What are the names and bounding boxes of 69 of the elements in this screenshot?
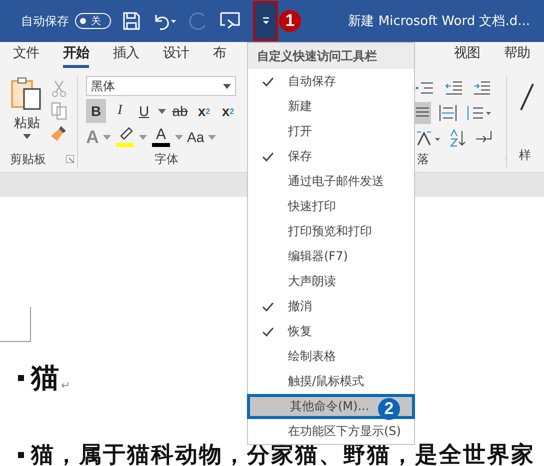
sort-icon[interactable] [449, 129, 467, 148]
group-label: 样 [519, 146, 531, 164]
copy-icon [50, 102, 68, 120]
page-corner-mark [0, 307, 31, 342]
brush-icon[interactable] [50, 124, 68, 142]
change-case-button[interactable]: Aa [187, 129, 204, 145]
menu-item[interactable]: 触摸/鼠标模式 [248, 369, 414, 394]
ribbon-tab[interactable]: 布 [213, 44, 226, 68]
group-label: 字体 [154, 150, 178, 168]
caret-icon [223, 84, 231, 88]
increase-indent-icon[interactable] [473, 80, 491, 96]
format-button[interactable]: I [110, 99, 130, 123]
bullet-icon [18, 375, 24, 381]
caret-icon[interactable] [158, 108, 166, 114]
distributed-icon[interactable] [439, 104, 457, 122]
caret-icon[interactable] [208, 134, 216, 140]
heading-text: 猫 [31, 360, 59, 396]
font-name-field[interactable]: 黑体 [86, 76, 236, 96]
multilevel-list-icon[interactable] [415, 80, 435, 96]
format-button[interactable]: ab [170, 99, 190, 123]
ribbon-tab[interactable]: 插入 [113, 44, 139, 68]
paste-button[interactable]: 粘贴 [10, 76, 44, 151]
styles-gallery-icon[interactable] [519, 82, 537, 112]
bullet-icon [18, 452, 24, 458]
justify-icon[interactable] [415, 102, 431, 124]
callout-badge: 1 [279, 10, 301, 32]
scissors-icon [50, 80, 68, 98]
highlight-button[interactable] [115, 127, 135, 147]
clipboard-icon [10, 76, 44, 112]
group-label: 剪贴板 [10, 150, 46, 168]
menu-item[interactable]: 编辑器(F7) [248, 244, 414, 269]
menu-item[interactable]: 在功能区下方显示(S) [248, 419, 414, 444]
ribbon-tab[interactable]: 设计 [163, 44, 189, 68]
format-button[interactable]: U [134, 99, 154, 123]
menu-item[interactable]: 通过电子邮件发送 [248, 169, 414, 194]
font-color-button[interactable]: A [151, 127, 171, 147]
window-title: 新建 Microsoft Word 文档.d... [348, 13, 530, 30]
menu-item[interactable]: 其他命令(M)... 2 [247, 394, 415, 419]
menu-item[interactable]: 恢复 [248, 319, 414, 344]
menu-item[interactable]: 撤消 [248, 294, 414, 319]
menu-item[interactable]: 自动保存 [248, 69, 414, 94]
caret-icon[interactable] [139, 134, 147, 140]
ribbon-tab[interactable]: 帮助 [504, 44, 530, 68]
format-button[interactable]: B [86, 99, 106, 123]
menu-item[interactable]: 绘制表格 [248, 344, 414, 369]
menu-item[interactable]: 保存 [248, 144, 414, 169]
group-label: 落 [417, 150, 429, 168]
caret-icon[interactable] [103, 134, 111, 140]
autosave-toggle[interactable]: 关 [75, 13, 111, 29]
decrease-indent-icon[interactable] [445, 80, 463, 96]
menu-item[interactable]: 打开 [248, 119, 414, 144]
save-icon[interactable] [121, 11, 141, 31]
menu-item[interactable]: 打印预览和打印 [248, 219, 414, 244]
caret-icon [23, 134, 31, 139]
menu-item[interactable]: 大声朗读 [248, 269, 414, 294]
dropdown-arrow-icon [262, 17, 270, 25]
autosave-label: 自动保存 [21, 12, 69, 30]
format-button[interactable]: x$^{2}$ [218, 99, 238, 123]
menu-item[interactable]: 新建 [248, 94, 414, 119]
ribbon-tab[interactable]: 视图 [454, 44, 480, 68]
ribbon-tab[interactable]: 文件 [13, 44, 39, 68]
screen-icon[interactable] [219, 11, 241, 31]
menu-item[interactable]: 快速打印 [248, 194, 414, 219]
caret-icon[interactable] [175, 134, 183, 140]
shading-icon[interactable] [415, 129, 441, 148]
paragraph-mark: ↵ [61, 378, 70, 392]
menu-title: 自定义快速访问工具栏 [248, 43, 414, 69]
callout-badge: 2 [378, 398, 400, 420]
line-spacing-icon[interactable] [465, 104, 491, 122]
